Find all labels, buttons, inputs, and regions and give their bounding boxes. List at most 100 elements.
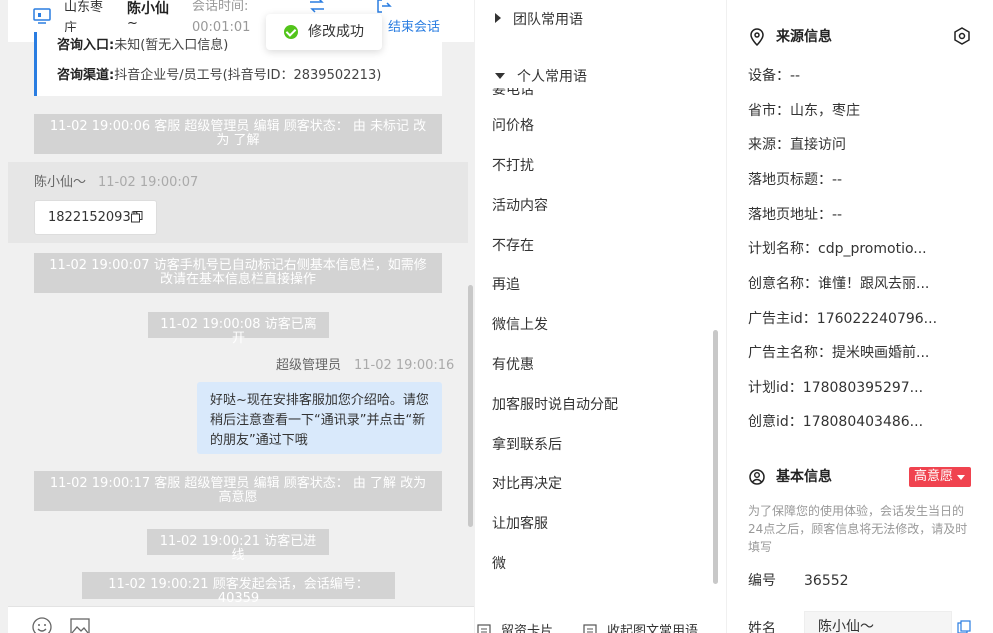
chat-scrollbar[interactable] xyxy=(468,285,473,527)
check-circle-icon xyxy=(284,25,298,39)
source-row-value: -- xyxy=(790,68,801,84)
visitor-id-value: 36552 xyxy=(804,573,849,589)
source-row-key: 设备： xyxy=(748,68,790,84)
session-time-label: 会话时间: xyxy=(192,0,249,14)
source-info-title: 来源信息 xyxy=(776,29,832,45)
visitor-name-label: 姓名 xyxy=(748,621,776,633)
visitor-message: 陈小仙～ 11-02 19:00:07 18221520932 xyxy=(8,162,468,243)
user-circle-icon xyxy=(749,469,765,485)
phrase-item[interactable]: 不存在 xyxy=(492,236,534,256)
source-row-key: 广告主id： xyxy=(748,311,817,327)
image-icon[interactable] xyxy=(70,617,90,633)
lead-card-button[interactable]: 留资卡片 xyxy=(501,622,553,633)
source-row-key: 计划名称： xyxy=(748,241,818,257)
copy-icon[interactable] xyxy=(131,211,143,223)
system-message: 11-02 19:00:21 顾客发起会话，会话编号：40359 xyxy=(82,572,395,606)
source-row-device: 设备：-- xyxy=(748,66,800,86)
phrase-item[interactable]: 活动内容 xyxy=(492,196,548,216)
source-row-creative-name: 创意名称：谁懂！跟风去丽... xyxy=(748,274,929,294)
caret-down-icon xyxy=(495,73,505,79)
intent-status-label: 高意愿 xyxy=(914,469,954,484)
success-toast: 修改成功 xyxy=(266,14,382,50)
source-row-key: 落地页标题： xyxy=(748,172,832,188)
source-row-key: 落地页地址： xyxy=(748,207,832,223)
system-message: 11-02 19:00:07 访客手机号已自动标记右侧基本信息栏，如需修改请在基… xyxy=(34,253,442,293)
source-row-value: 176022240796... xyxy=(816,311,938,327)
settings-icon[interactable] xyxy=(953,27,971,45)
source-row-landing-url: 落地页地址：-- xyxy=(748,205,842,225)
source-row-source: 来源：直接访问 xyxy=(748,135,846,155)
phrase-item[interactable]: 微信上发 xyxy=(492,315,548,335)
source-row-value: 谁懂！跟风去丽... xyxy=(818,276,930,292)
source-row-plan-id: 计划id：178080395297... xyxy=(748,378,923,398)
edit-icon[interactable] xyxy=(957,620,971,633)
source-row-value: 山东，枣庄 xyxy=(790,103,860,119)
source-row-key: 创意id： xyxy=(748,414,803,430)
toast-text: 修改成功 xyxy=(308,24,364,40)
visitor-info-panel: 来源信息 设备：-- 省市：山东，枣庄 来源：直接访问 落地页标题：-- 落地页… xyxy=(727,0,993,633)
intent-status-badge[interactable]: 高意愿 xyxy=(909,467,971,487)
source-row-value: -- xyxy=(832,172,843,188)
source-row-plan-name: 计划名称：cdp_promotio... xyxy=(748,239,927,259)
chat-input-toolbar xyxy=(8,606,474,633)
team-phrases-label: 团队常用语 xyxy=(513,12,583,28)
monitor-icon xyxy=(33,8,51,24)
transfer-icon[interactable] xyxy=(308,0,326,14)
source-row-value: 提米映画婚前... xyxy=(832,345,930,361)
visitor-id-label: 编号 xyxy=(748,573,776,589)
phrases-panel: 团队常用语 个人常用语 要电话 问价格 不打扰 活动内容 不存在 再追 微信上发… xyxy=(475,0,726,633)
system-message: 11-02 19:00:21 访客已进线 xyxy=(147,529,329,563)
personal-phrases-group[interactable]: 个人常用语 xyxy=(495,67,587,87)
source-row-key: 广告主名称： xyxy=(748,345,832,361)
visitor-message-name: 陈小仙～ xyxy=(34,175,87,190)
phrase-item[interactable]: 不打扰 xyxy=(492,156,534,176)
phrases-scrollbar[interactable] xyxy=(713,330,718,584)
visitor-name-suffix: ~ xyxy=(127,16,138,31)
source-row-value: 直接访问 xyxy=(790,137,846,153)
source-row-key: 计划id： xyxy=(748,380,803,396)
collapse-phrases-button[interactable]: 收起图文常用语 xyxy=(607,622,698,633)
system-message: 11-02 19:00:06 客服 超级管理员 编辑 顾客状态： 由 未标记 改… xyxy=(34,114,442,154)
caret-right-icon xyxy=(495,13,501,23)
source-row-key: 创意名称： xyxy=(748,276,818,292)
location-pin-icon xyxy=(750,28,764,46)
visitor-message-bubble: 18221520932 xyxy=(34,200,157,235)
edit-deadline-note: 为了保障您的使用体验，会话发生当日的24点之后，顾客信息将无法修改，请及时填写 xyxy=(748,504,968,554)
consult-entry-label: 咨询入口: xyxy=(57,38,115,53)
phrase-item[interactable]: 微 xyxy=(492,554,506,574)
phrase-item[interactable]: 拿到联系后 xyxy=(492,435,562,455)
agent-message-name: 超级管理员 xyxy=(276,358,342,373)
source-row-value: -- xyxy=(832,207,843,223)
source-row-advertiser-id: 广告主id：176022240796... xyxy=(748,309,937,329)
card-icon xyxy=(477,624,491,633)
consult-entry-value: 未知(暂无入口信息) xyxy=(114,38,229,53)
exit-icon[interactable] xyxy=(376,0,392,14)
source-row-value: 178080395297... xyxy=(802,380,924,396)
personal-phrases-label: 个人常用语 xyxy=(517,69,587,85)
phrase-item[interactable]: 对比再决定 xyxy=(492,474,562,494)
phrase-item[interactable]: 让加客服 xyxy=(492,514,548,534)
source-row-advertiser-name: 广告主名称：提米映画婚前... xyxy=(748,343,929,363)
team-phrases-group[interactable]: 团队常用语 xyxy=(495,10,583,30)
phrase-item[interactable]: 问价格 xyxy=(492,116,534,136)
source-row-city: 省市：山东，枣庄 xyxy=(748,101,860,121)
source-row-value: 178080403486... xyxy=(802,414,924,430)
consult-entry-row: 咨询入口:未知(暂无入口信息) xyxy=(57,36,228,56)
consult-channel-value: 抖音企业号/员工号(抖音号ID：2839502213) xyxy=(114,68,382,83)
consult-channel-row: 咨询渠道:抖音企业号/员工号(抖音号ID：2839502213) xyxy=(57,66,381,86)
source-row-creative-id: 创意id：178080403486... xyxy=(748,412,923,432)
phrase-item[interactable]: 有优惠 xyxy=(492,355,534,375)
basic-info-title: 基本信息 xyxy=(776,469,832,485)
app-root: 山东枣庄 陈小仙 ~ 会话时间: 00:01:01 结束会话 咨询入口:未知(暂… xyxy=(0,0,993,633)
visitor-name-field[interactable]: 陈小仙～ xyxy=(804,611,952,633)
source-row-key: 省市： xyxy=(748,103,790,119)
phrase-item[interactable]: 加客服时说自动分配 xyxy=(492,395,618,415)
emoji-icon[interactable] xyxy=(32,617,52,633)
chat-panel: 山东枣庄 陈小仙 ~ 会话时间: 00:01:01 结束会话 咨询入口:未知(暂… xyxy=(8,0,474,606)
source-row-landing-title: 落地页标题：-- xyxy=(748,170,842,190)
phrase-item[interactable]: 再追 xyxy=(492,275,520,295)
chevron-down-icon xyxy=(957,475,965,480)
visitor-message-time: 11-02 19:00:07 xyxy=(98,175,199,190)
source-row-key: 来源： xyxy=(748,137,790,153)
source-row-value: cdp_promotio... xyxy=(818,241,927,257)
